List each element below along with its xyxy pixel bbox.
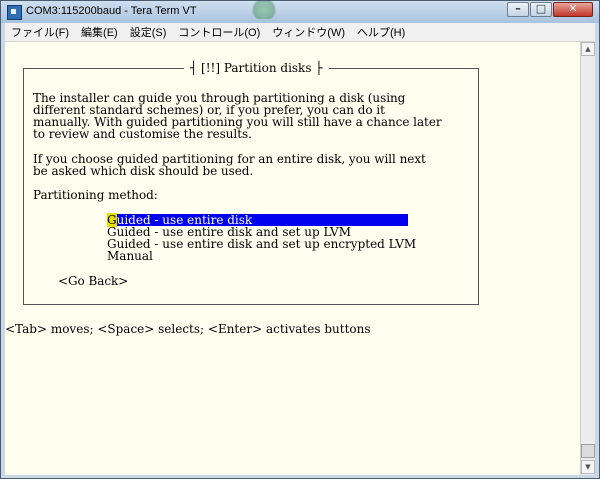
window-title: COM3:115200baud - Tera Term VT xyxy=(26,5,197,17)
menu-control[interactable]: コントロール(O) xyxy=(172,24,266,40)
tera-term-app-icon[interactable] xyxy=(7,5,22,20)
partitioning-method-label: Partitioning method: xyxy=(33,188,158,202)
terminal-screen[interactable]: ┤ [!!] Partition disks ├ The installer c… xyxy=(5,42,580,475)
menu-bar: ファイル(F) 編集(E) 設定(S) コントロール(O) ウィンドウ(W) ヘ… xyxy=(5,23,595,42)
go-back-button[interactable]: <Go Back> xyxy=(58,275,128,287)
dialog-title-text: [!!] Partition disks xyxy=(201,61,312,75)
menu-setup[interactable]: 設定(S) xyxy=(124,24,173,40)
intro-line-4: to review and customise the results. xyxy=(33,127,252,141)
close-button[interactable]: ✕ xyxy=(553,2,593,17)
dialog-title: ┤ [!!] Partition disks ├ xyxy=(184,61,329,76)
menu-help[interactable]: ヘルプ(H) xyxy=(351,24,411,40)
menu-window[interactable]: ウィンドウ(W) xyxy=(266,24,351,40)
maximize-button[interactable]: □ xyxy=(530,2,552,17)
guided-line-2: be asked which disk should be used. xyxy=(33,164,254,178)
status-line: <Tab> moves; <Space> selects; <Enter> ac… xyxy=(5,322,371,336)
maximize-icon: □ xyxy=(535,2,547,15)
partition-disks-dialog: ┤ [!!] Partition disks ├ The installer c… xyxy=(23,61,479,305)
option-manual[interactable]: Manual xyxy=(107,250,153,262)
menu-edit[interactable]: 編集(E) xyxy=(75,24,124,40)
scroll-thumb[interactable] xyxy=(581,444,595,458)
menu-file[interactable]: ファイル(F) xyxy=(5,24,75,40)
scroll-up-icon[interactable]: ▲ xyxy=(581,42,595,56)
scroll-down-icon[interactable]: ▼ xyxy=(581,460,595,474)
titlebar-background-decoration xyxy=(249,1,279,19)
tera-term-window: COM3:115200baud - Tera Term VT – □ ✕ ファイ… xyxy=(0,0,600,479)
minimize-button[interactable]: – xyxy=(507,2,529,17)
vertical-scrollbar[interactable]: ▲ ▼ xyxy=(580,42,595,475)
window-controls: – □ ✕ xyxy=(506,2,593,18)
minimize-icon: – xyxy=(515,2,521,15)
option-guided-encrypted-lvm[interactable]: Guided - use entire disk and set up encr… xyxy=(107,238,416,250)
close-icon: ✕ xyxy=(568,2,578,15)
title-bar[interactable]: COM3:115200baud - Tera Term VT – □ ✕ xyxy=(1,1,599,23)
